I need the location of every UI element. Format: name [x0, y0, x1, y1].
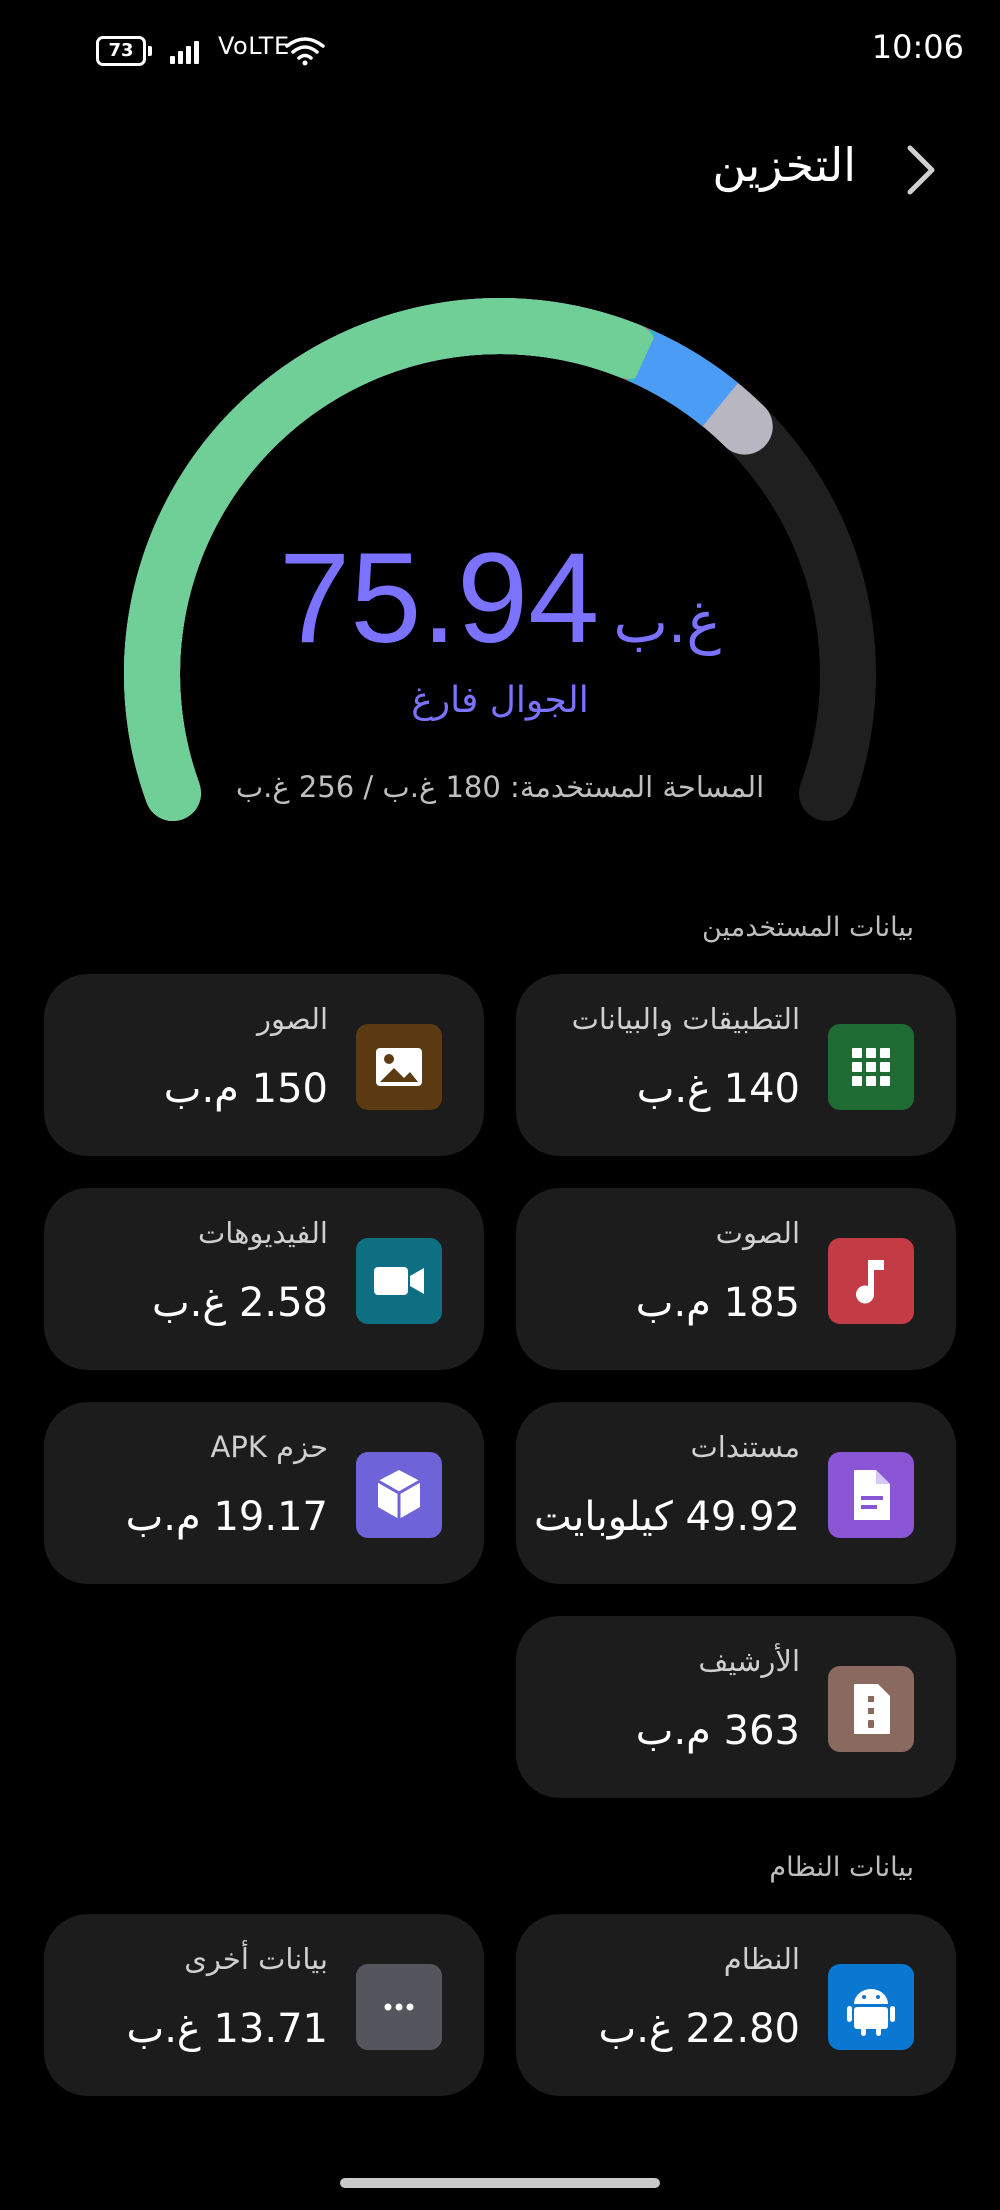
chevron-right-icon[interactable]: [900, 140, 940, 200]
storage-card-package-cube[interactable]: حزم APK 19.17 م.ب: [44, 1402, 484, 1584]
package-cube-icon: [356, 1452, 442, 1538]
home-indicator[interactable]: [340, 2178, 660, 2188]
archive-file-icon: [828, 1666, 914, 1752]
card-label: الفيديوهات: [197, 1216, 328, 1250]
storage-card-image[interactable]: الصور 150 م.ب: [44, 974, 484, 1156]
image-icon: [356, 1024, 442, 1110]
card-value: 2.58 غ.ب: [151, 1280, 328, 1326]
storage-gauge: غ.ب75.94 الجوال فارغ المساحة المستخدمة: …: [100, 260, 900, 860]
battery-icon: 73: [96, 36, 152, 66]
document-icon: [828, 1452, 914, 1538]
card-value: 19.17 م.ب: [125, 1494, 328, 1540]
more-dots-icon: [356, 1964, 442, 2050]
wifi-icon: [285, 37, 325, 66]
used-space-text: المساحة المستخدمة: 180 غ.ب / 256 غ.ب: [235, 770, 765, 804]
storage-card-more-dots[interactable]: بيانات أخرى 13.71 غ.ب: [44, 1914, 484, 2096]
android-icon: [828, 1964, 914, 2050]
page-title: التخزين: [712, 138, 856, 192]
card-label: مستندات: [690, 1430, 801, 1464]
card-value: 13.71 غ.ب: [126, 2006, 328, 2052]
system-data-title: بيانات النظام: [769, 1852, 914, 1883]
storage-card-apps-grid[interactable]: التطبيقات والبيانات 140 غ.ب: [516, 974, 956, 1156]
storage-card-video-camera[interactable]: الفيديوهات 2.58 غ.ب: [44, 1188, 484, 1370]
card-label: حزم APK: [210, 1430, 328, 1464]
status-bar: 73 VoLTE 10:06: [0, 0, 1000, 100]
free-space-value: 75.94: [279, 527, 601, 670]
free-space-label: الجوال فارغ: [411, 680, 589, 721]
card-value: 22.80 غ.ب: [598, 2006, 800, 2052]
signal-icon: [170, 36, 206, 64]
storage-card-document[interactable]: مستندات 49.92 كيلوبايت: [516, 1402, 956, 1584]
volte-label: VoLTE: [218, 32, 290, 60]
user-data-title: بيانات المستخدمين: [702, 912, 914, 943]
card-label: بيانات أخرى: [184, 1942, 328, 1976]
card-value: 49.92 كيلوبايت: [534, 1494, 800, 1540]
free-space-unit: غ.ب: [613, 588, 721, 656]
card-label: الصوت: [715, 1216, 800, 1250]
page-header: التخزين: [0, 130, 1000, 210]
music-note-icon: [828, 1238, 914, 1324]
card-value: 185 م.ب: [635, 1280, 800, 1326]
free-space-readout: غ.ب75.94: [100, 525, 900, 672]
clock: 10:06: [871, 28, 964, 66]
card-value: 363 م.ب: [635, 1708, 800, 1754]
card-label: النظام: [723, 1942, 800, 1976]
gauge-segment-system-top: [632, 332, 739, 427]
card-label: التطبيقات والبيانات: [571, 1002, 800, 1036]
card-value: 140 غ.ب: [636, 1066, 800, 1112]
video-camera-icon: [356, 1238, 442, 1324]
storage-card-archive-file[interactable]: الأرشيف 363 م.ب: [516, 1616, 956, 1798]
card-value: 150 م.ب: [163, 1066, 328, 1112]
apps-grid-icon: [828, 1024, 914, 1110]
card-label: الصور: [256, 1002, 328, 1036]
storage-card-music-note[interactable]: الصوت 185 م.ب: [516, 1188, 956, 1370]
storage-card-android[interactable]: النظام 22.80 غ.ب: [516, 1914, 956, 2096]
card-label: الأرشيف: [698, 1644, 800, 1678]
